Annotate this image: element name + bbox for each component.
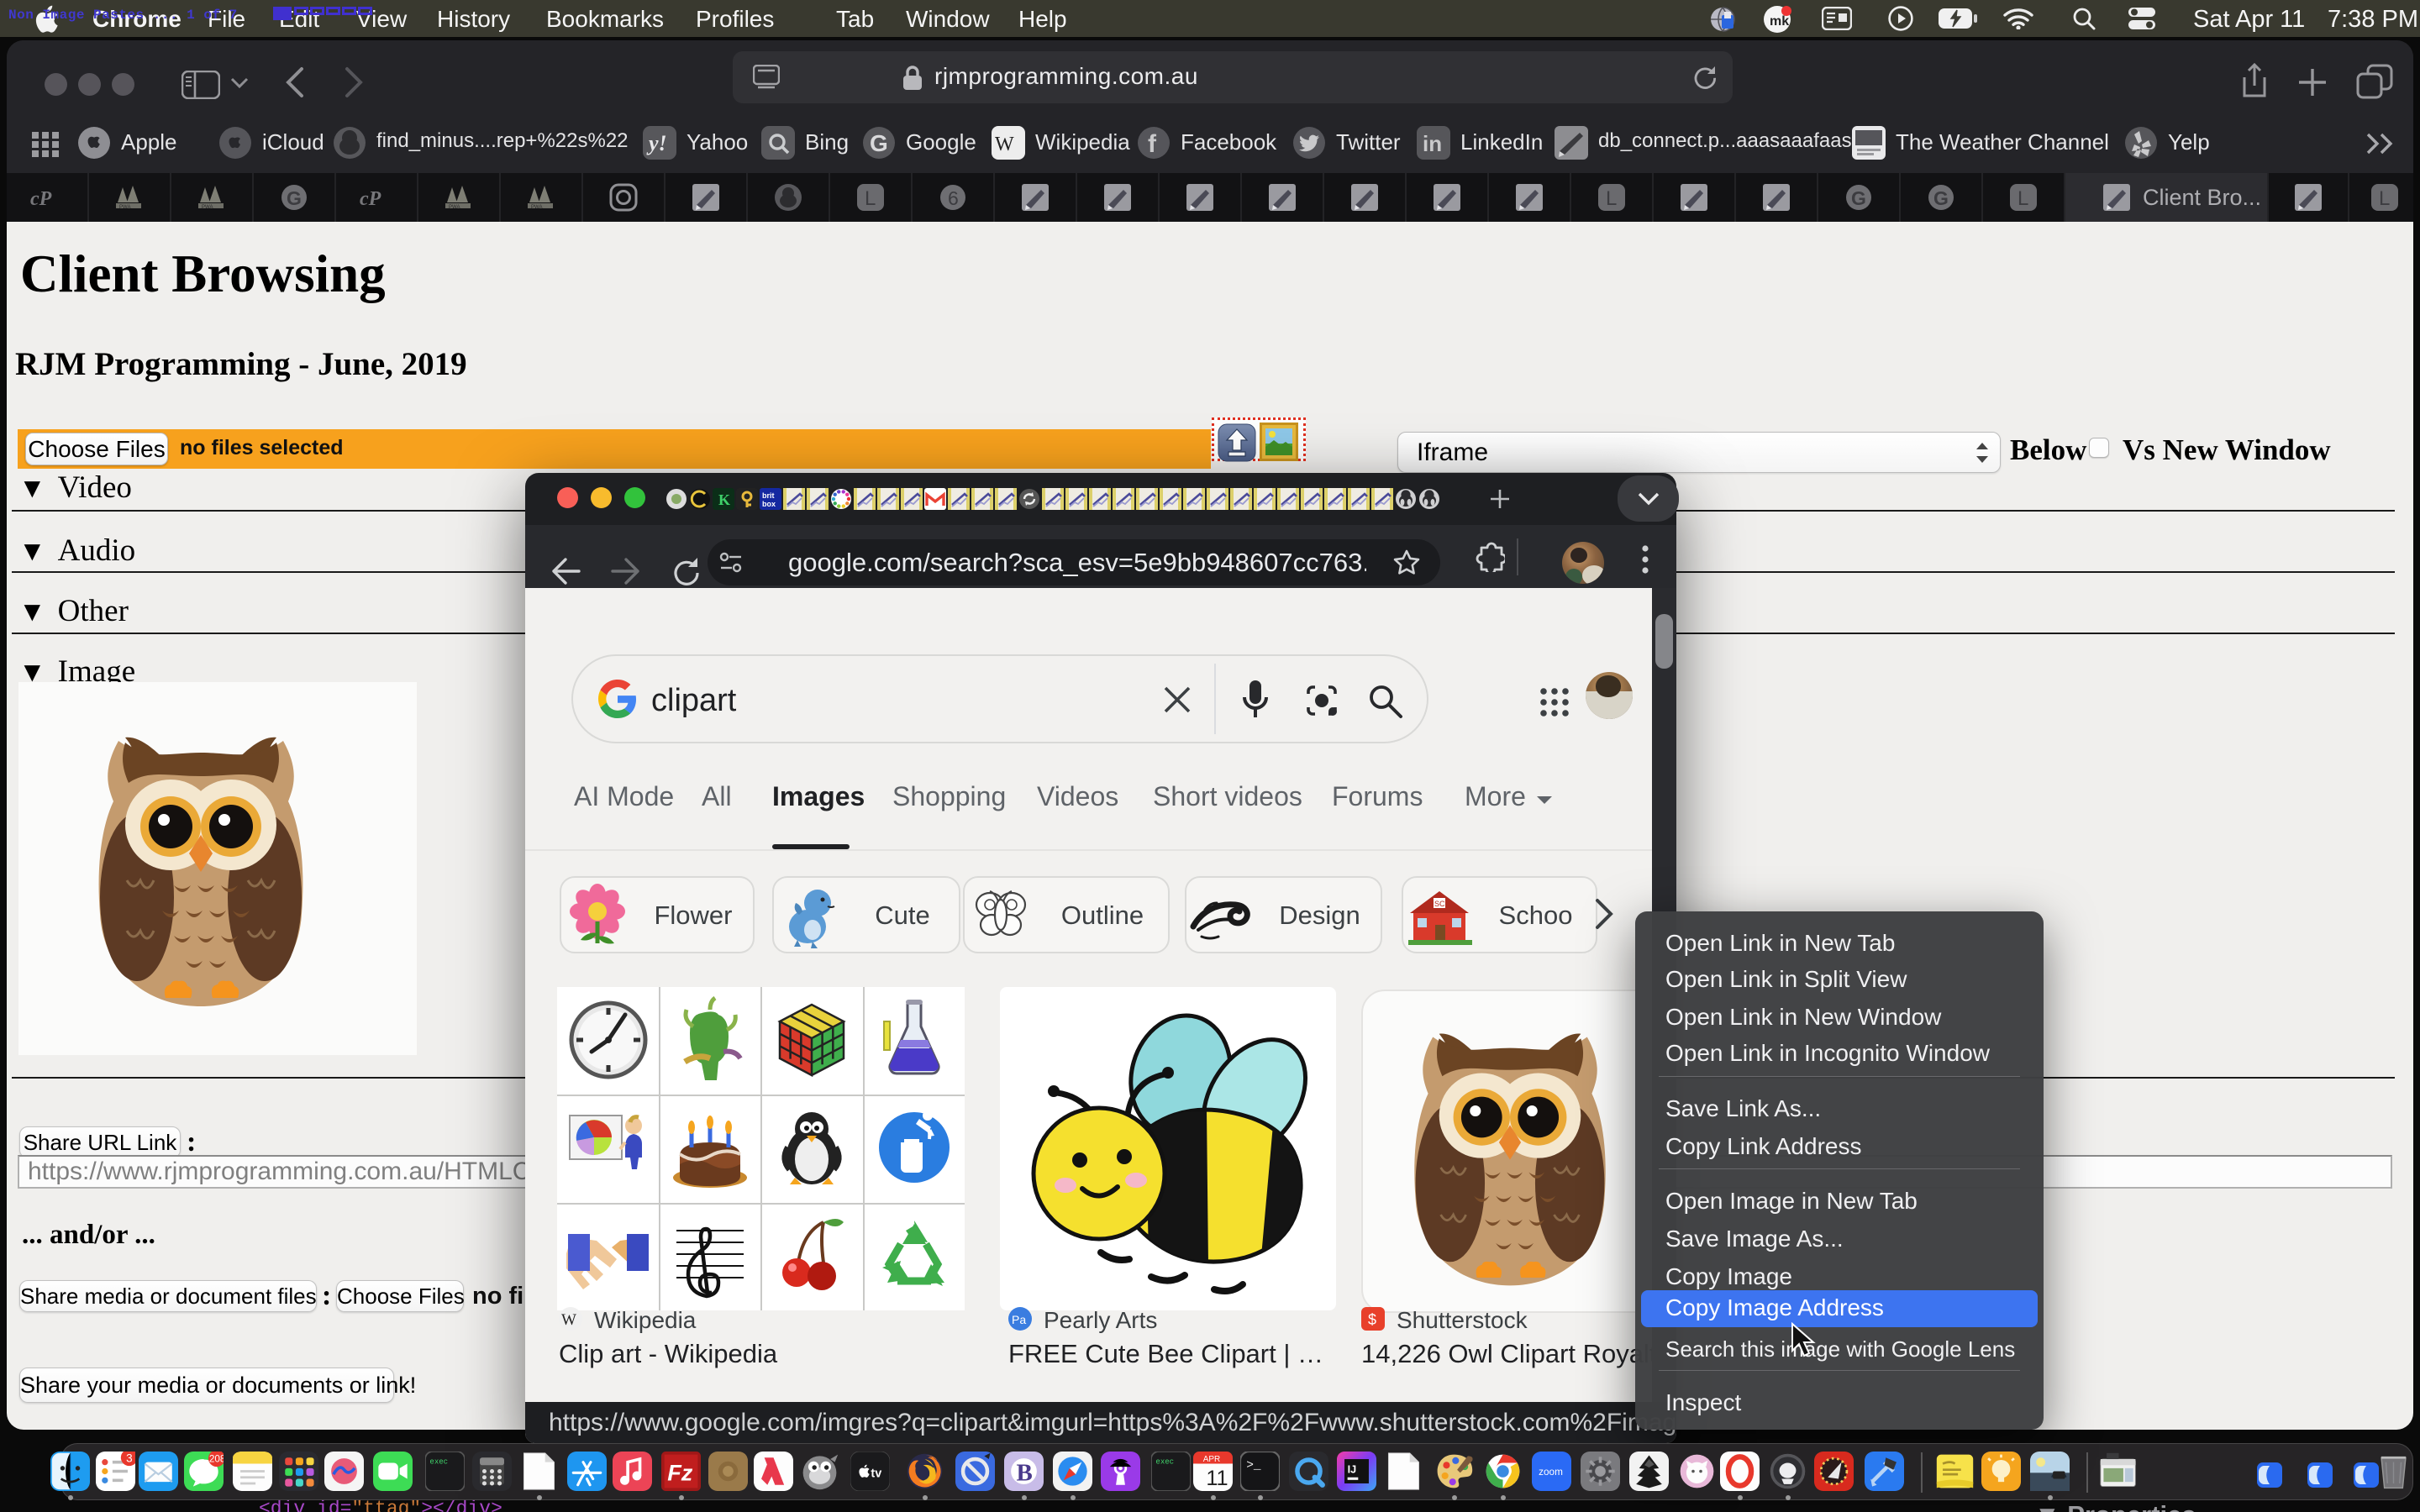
- svg-text:in: in: [1423, 131, 1442, 156]
- svg-text:L: L: [2379, 187, 2390, 210]
- svg-text:$: $: [1368, 1311, 1376, 1328]
- svg-text:W: W: [995, 134, 1014, 155]
- svg-text:PWA: PWA: [531, 205, 542, 210]
- svg-text:Pa: Pa: [1012, 1313, 1026, 1326]
- svg-text:K: K: [718, 491, 730, 508]
- svg-text:L: L: [2018, 187, 2028, 210]
- svg-text:11: 11: [1206, 1467, 1228, 1490]
- svg-text:B: B: [1016, 1459, 1032, 1486]
- svg-text:L: L: [1606, 187, 1617, 210]
- svg-text:exec: exec: [1155, 1457, 1174, 1466]
- svg-text:G: G: [287, 187, 302, 209]
- svg-text:brit: brit: [762, 491, 775, 500]
- svg-text:208: 208: [209, 1454, 224, 1465]
- svg-text:cP: cP: [360, 188, 381, 210]
- svg-text:G: G: [1933, 187, 1949, 209]
- svg-text:G: G: [870, 130, 888, 156]
- svg-text:APR: APR: [1203, 1455, 1220, 1464]
- svg-text:L: L: [865, 187, 876, 210]
- svg-text:3: 3: [126, 1452, 133, 1465]
- svg-text:Fz: Fz: [667, 1459, 693, 1485]
- svg-text:6: 6: [948, 187, 959, 209]
- svg-text:mk: mk: [1770, 14, 1789, 29]
- svg-text:IJ: IJ: [1348, 1463, 1357, 1475]
- svg-text:PWA: PWA: [449, 205, 460, 210]
- svg-text:f: f: [1148, 130, 1157, 158]
- svg-text:PWA: PWA: [119, 205, 130, 210]
- svg-text:W: W: [561, 1311, 576, 1329]
- svg-text:PWA: PWA: [202, 205, 213, 210]
- svg-text:>_: >_: [1246, 1459, 1261, 1473]
- svg-text:tv: tv: [871, 1467, 881, 1481]
- svg-text:exec: exec: [429, 1457, 448, 1466]
- svg-text:box: box: [762, 500, 776, 508]
- svg-text:SC: SC: [1434, 900, 1445, 908]
- svg-text:zoom: zoom: [1539, 1467, 1563, 1478]
- svg-text:y!: y!: [646, 131, 667, 155]
- svg-text:cP: cP: [30, 188, 52, 210]
- svg-text:G: G: [1851, 187, 1866, 209]
